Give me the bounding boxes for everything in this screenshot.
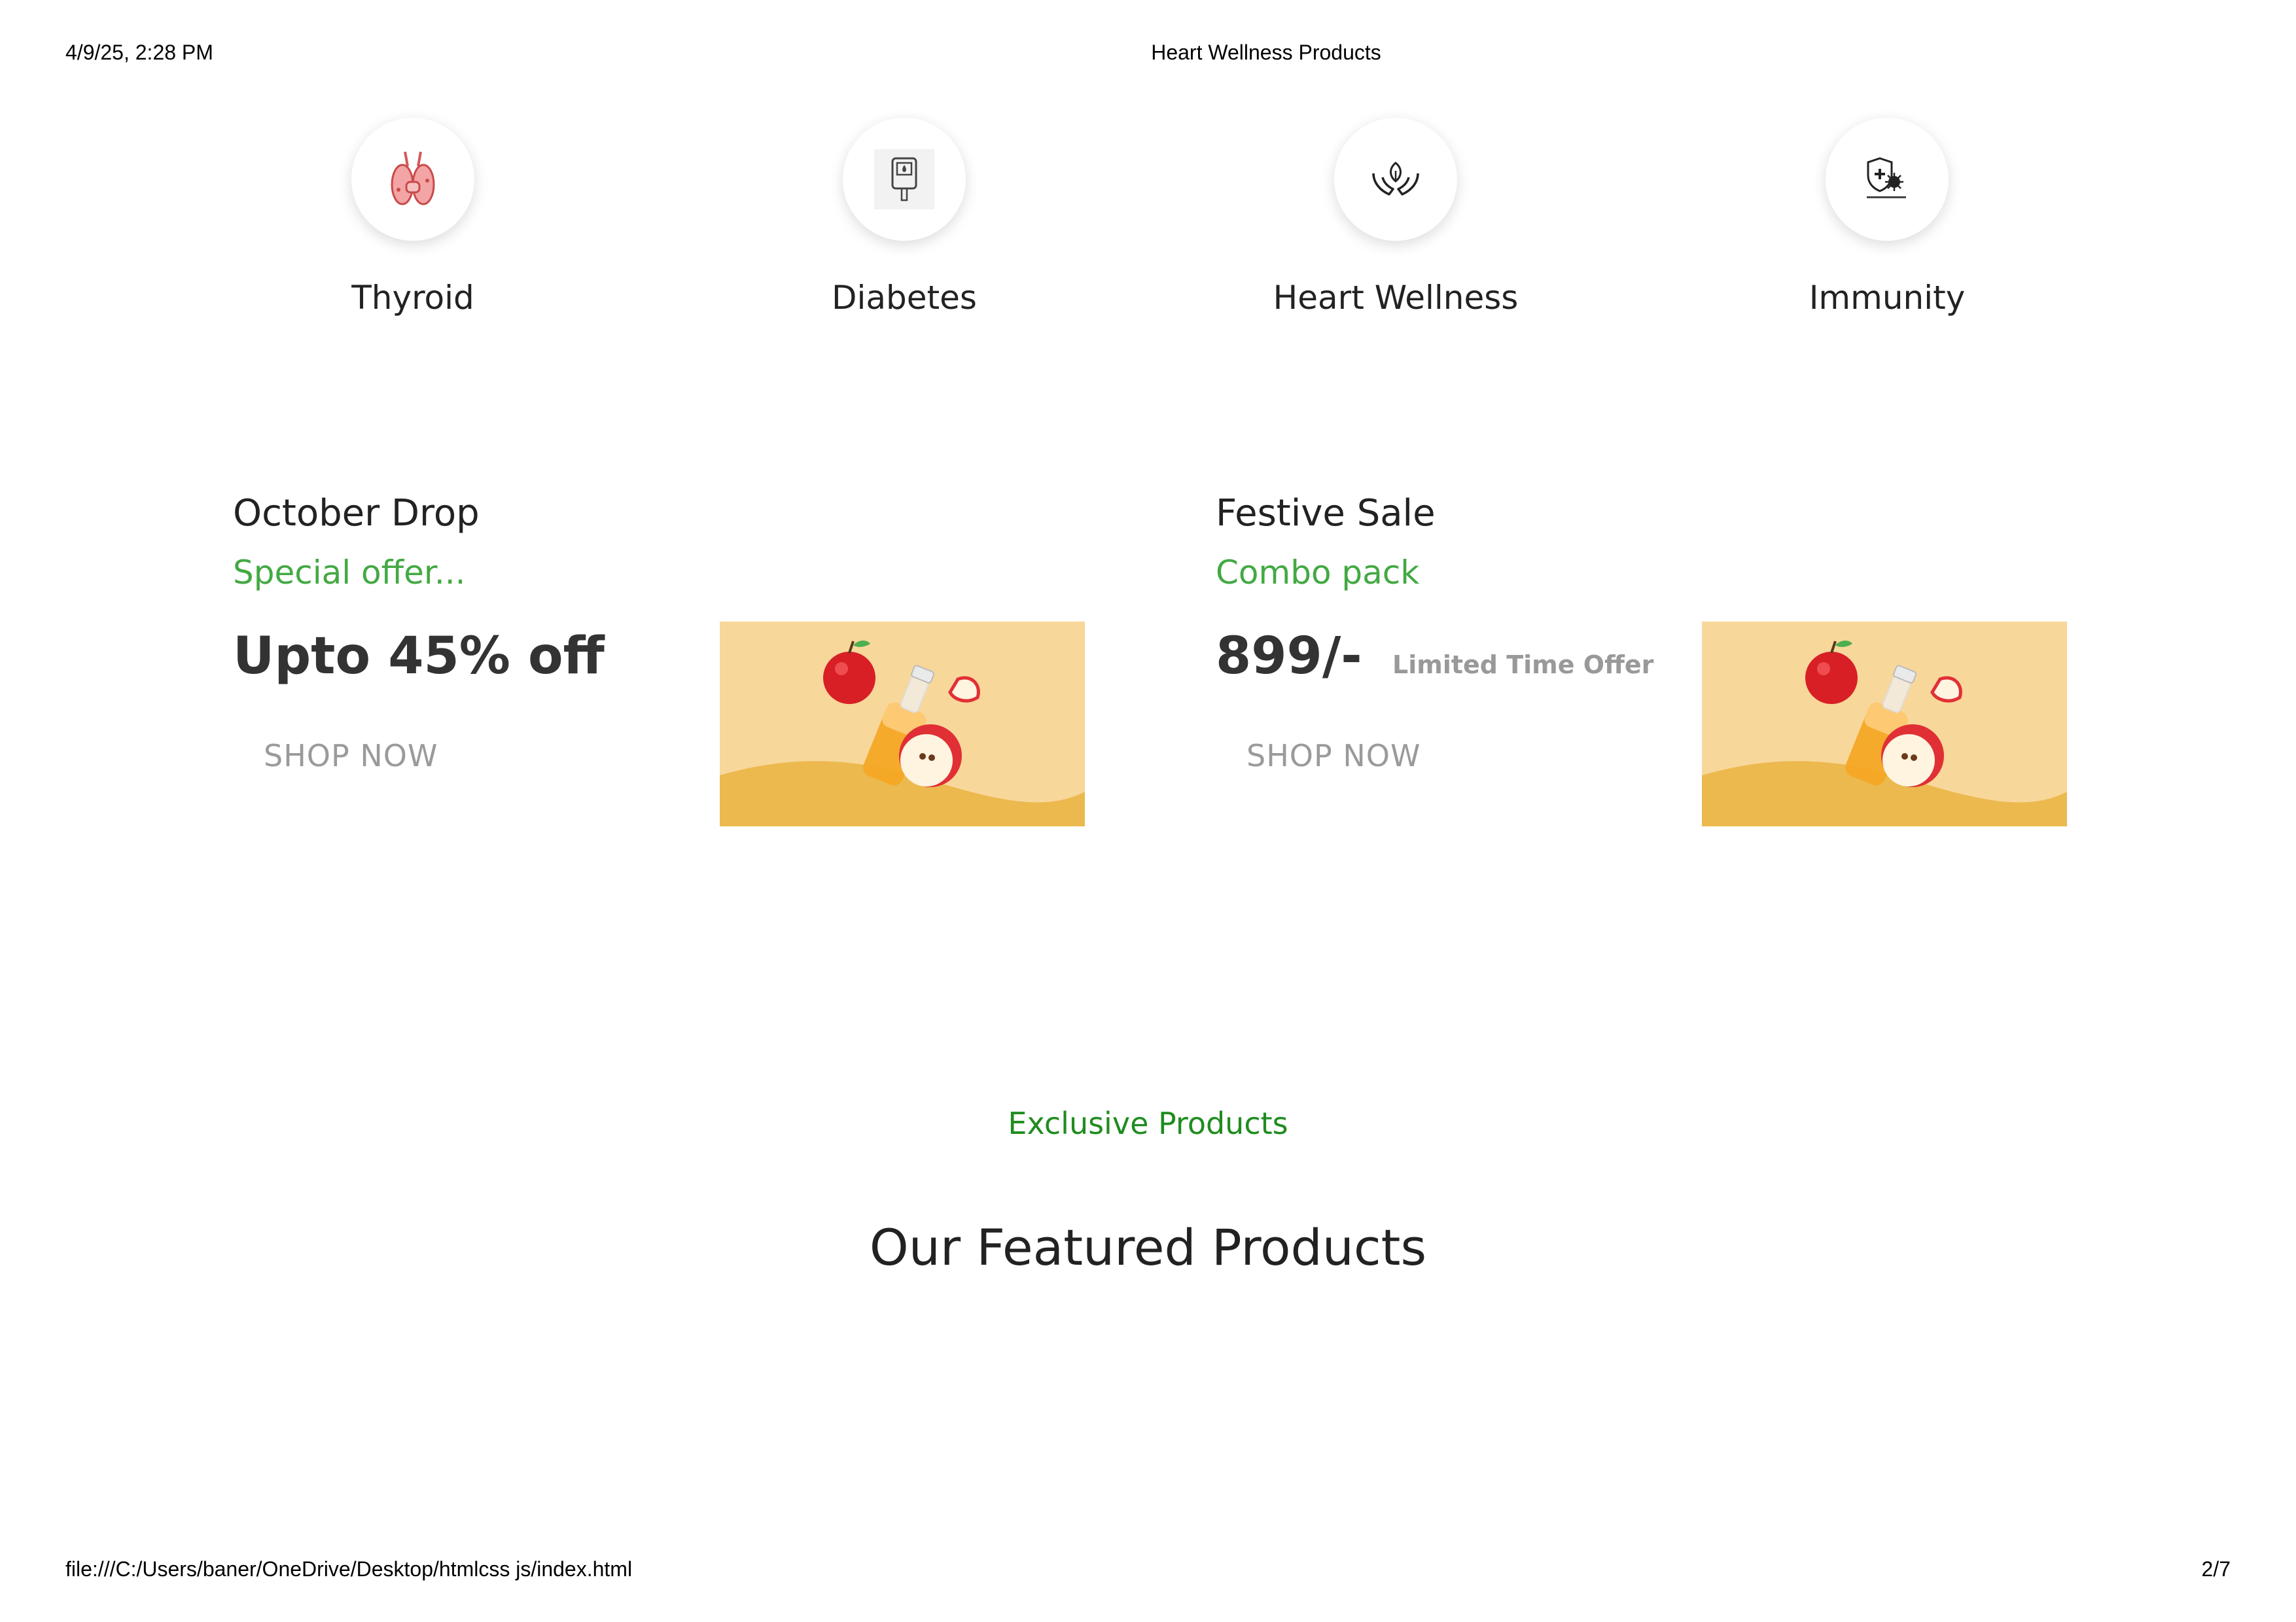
shield-virus-icon	[1867, 157, 1906, 198]
category-label: Heart Wellness	[1273, 279, 1519, 317]
category-icon-circle[interactable]	[351, 118, 474, 241]
shop-now-button[interactable]: SHOP NOW	[1246, 738, 1421, 773]
section-eyebrow: Exclusive Products	[1008, 1106, 1288, 1141]
category-icon-circle[interactable]	[1826, 118, 1949, 241]
apple-cider-bottle-image	[720, 622, 1085, 826]
print-url: file:///C:/Users/baner/OneDrive/Desktop/…	[65, 1557, 633, 1581]
category-heart-wellness[interactable]: Heart Wellness	[1232, 118, 1559, 317]
thyroid-icon	[391, 151, 435, 205]
promo-note: Limited Time Offer	[1392, 650, 1654, 679]
apple-cider-bottle-image	[1702, 622, 2067, 826]
category-label: Immunity	[1809, 279, 1966, 317]
category-thyroid[interactable]: Thyroid	[249, 118, 576, 317]
promo-subtitle: Special offer...	[233, 554, 466, 591]
category-label: Diabetes	[832, 279, 977, 317]
print-page-number: 2/7	[2201, 1557, 2231, 1581]
category-immunity[interactable]: Immunity	[1723, 118, 2051, 317]
print-doc-title: Heart Wellness Products	[1151, 41, 1381, 64]
hands-leaf-icon	[1372, 162, 1419, 196]
category-icon-circle[interactable]	[843, 118, 966, 241]
section-heading: Our Featured Products	[869, 1218, 1427, 1277]
promo-headline: 899/-	[1216, 627, 1362, 686]
promo-title: October Drop	[233, 492, 480, 535]
shop-now-button[interactable]: SHOP NOW	[264, 738, 438, 773]
category-diabetes[interactable]: Diabetes	[741, 118, 1068, 317]
promo-title: Festive Sale	[1216, 492, 1436, 535]
glucose-meter-icon	[891, 157, 917, 202]
category-icon-circle[interactable]	[1334, 118, 1457, 241]
promo-subtitle: Combo pack	[1216, 554, 1420, 591]
category-label: Thyroid	[351, 279, 474, 317]
promo-headline: Upto 45% off	[233, 627, 605, 686]
